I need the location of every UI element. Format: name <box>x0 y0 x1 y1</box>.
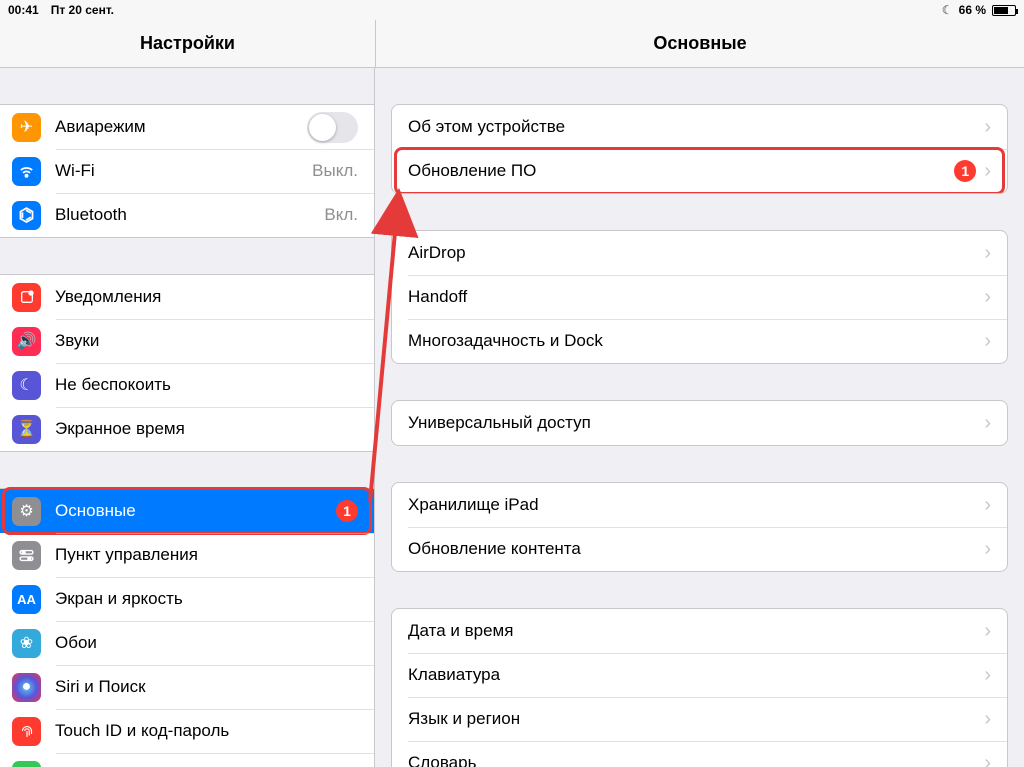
status-battery-pct: 66 % <box>959 3 986 17</box>
detail-item-dictionary[interactable]: Словарь › <box>392 741 1007 767</box>
sidebar-title: Настройки <box>0 20 375 67</box>
row-label: AirDrop <box>408 243 976 263</box>
sidebar[interactable]: ✈ Авиарежим Wi-Fi Выкл. ⌬ Bluetooth Вкл. <box>0 68 375 767</box>
switches-icon <box>12 541 41 570</box>
detail-item-keyboard[interactable]: Клавиатура › <box>392 653 1007 697</box>
sidebar-item-label: Touch ID и код-пароль <box>55 721 358 741</box>
row-label: Универсальный доступ <box>408 413 976 433</box>
sidebar-item-general[interactable]: ⚙ Основные 1 <box>0 489 374 533</box>
sidebar-item-label: Пункт управления <box>55 545 358 565</box>
detail-item-datetime[interactable]: Дата и время › <box>392 609 1007 653</box>
status-time: 00:41 <box>8 3 39 17</box>
sidebar-item-display[interactable]: AA Экран и яркость <box>0 577 374 621</box>
detail-item-background-refresh[interactable]: Обновление контента › <box>392 527 1007 571</box>
sidebar-item-label: Авиарежим <box>55 117 307 137</box>
sidebar-item-touchid[interactable]: Touch ID и код-пароль <box>0 709 374 753</box>
detail-title: Основные <box>375 20 1024 67</box>
badge: 1 <box>954 160 976 182</box>
chevron-right-icon: › <box>984 243 991 263</box>
row-label: Многозадачность и Dock <box>408 331 976 351</box>
battery-icon <box>992 5 1016 16</box>
row-label: Handoff <box>408 287 976 307</box>
chevron-right-icon: › <box>984 665 991 685</box>
detail-item-software-update[interactable]: Обновление ПО 1 › <box>392 149 1007 193</box>
wallpaper-icon: ❀ <box>12 629 41 658</box>
chevron-right-icon: › <box>984 539 991 559</box>
sidebar-item-label: Основные <box>55 501 336 521</box>
detail-item-airdrop[interactable]: AirDrop › <box>392 231 1007 275</box>
row-label: Обновление контента <box>408 539 976 559</box>
moon-icon: ☾ <box>942 3 953 17</box>
chevron-right-icon: › <box>984 117 991 137</box>
sidebar-item-label: Wi-Fi <box>55 161 312 181</box>
sidebar-item-label: Bluetooth <box>55 205 324 225</box>
row-label: Об этом устройстве <box>408 117 976 137</box>
row-label: Хранилище iPad <box>408 495 976 515</box>
chevron-right-icon: › <box>984 621 991 641</box>
row-label: Словарь <box>408 753 976 767</box>
detail-pane[interactable]: Об этом устройстве › Обновление ПО 1 › A… <box>375 68 1024 767</box>
airplane-icon: ✈ <box>12 113 41 142</box>
sidebar-item-siri[interactable]: ● Siri и Поиск <box>0 665 374 709</box>
sidebar-item-battery[interactable]: Аккумулятор <box>0 753 374 767</box>
header: Настройки Основные <box>0 20 1024 68</box>
row-label: Обновление ПО <box>408 161 954 181</box>
sidebar-item-dnd[interactable]: ☾ Не беспокоить <box>0 363 374 407</box>
status-date: Пт 20 сент. <box>51 3 114 17</box>
sidebar-item-wallpaper[interactable]: ❀ Обои <box>0 621 374 665</box>
bluetooth-value: Вкл. <box>324 205 358 225</box>
badge: 1 <box>336 500 358 522</box>
chevron-right-icon: › <box>984 331 991 351</box>
sidebar-item-notifications[interactable]: Уведомления <box>0 275 374 319</box>
hourglass-icon: ⏳ <box>12 415 41 444</box>
sidebar-item-controlcenter[interactable]: Пункт управления <box>0 533 374 577</box>
detail-item-language[interactable]: Язык и регион › <box>392 697 1007 741</box>
detail-item-about[interactable]: Об этом устройстве › <box>392 105 1007 149</box>
battery-icon <box>12 761 41 767</box>
chevron-right-icon: › <box>984 495 991 515</box>
chevron-right-icon: › <box>984 287 991 307</box>
detail-item-storage[interactable]: Хранилище iPad › <box>392 483 1007 527</box>
sounds-icon: 🔊 <box>12 327 41 356</box>
sidebar-item-bluetooth[interactable]: ⌬ Bluetooth Вкл. <box>0 193 374 237</box>
airplane-toggle[interactable] <box>307 112 358 143</box>
textsize-icon: AA <box>12 585 41 614</box>
sidebar-item-label: Siri и Поиск <box>55 677 358 697</box>
sidebar-item-label: Экран и яркость <box>55 589 358 609</box>
bluetooth-icon: ⌬ <box>12 201 41 230</box>
moon-icon: ☾ <box>12 371 41 400</box>
detail-item-accessibility[interactable]: Универсальный доступ › <box>392 401 1007 445</box>
gear-icon: ⚙ <box>12 497 41 526</box>
chevron-right-icon: › <box>984 161 991 181</box>
sidebar-item-label: Уведомления <box>55 287 358 307</box>
sidebar-item-label: Экранное время <box>55 419 358 439</box>
sidebar-item-label: Звуки <box>55 331 358 351</box>
chevron-right-icon: › <box>984 709 991 729</box>
detail-item-handoff[interactable]: Handoff › <box>392 275 1007 319</box>
sidebar-item-airplane[interactable]: ✈ Авиарежим <box>0 105 374 149</box>
row-label: Клавиатура <box>408 665 976 685</box>
row-label: Дата и время <box>408 621 976 641</box>
chevron-right-icon: › <box>984 413 991 433</box>
chevron-right-icon: › <box>984 753 991 767</box>
fingerprint-icon <box>12 717 41 746</box>
status-bar: 00:41 Пт 20 сент. ☾ 66 % <box>0 0 1024 20</box>
sidebar-item-label: Не беспокоить <box>55 375 358 395</box>
sidebar-item-label: Обои <box>55 633 358 653</box>
sidebar-item-screentime[interactable]: ⏳ Экранное время <box>0 407 374 451</box>
row-label: Язык и регион <box>408 709 976 729</box>
siri-icon: ● <box>12 673 41 702</box>
notifications-icon <box>12 283 41 312</box>
sidebar-item-wifi[interactable]: Wi-Fi Выкл. <box>0 149 374 193</box>
detail-item-multitasking[interactable]: Многозадачность и Dock › <box>392 319 1007 363</box>
wifi-value: Выкл. <box>312 161 358 181</box>
wifi-icon <box>12 157 41 186</box>
sidebar-item-sounds[interactable]: 🔊 Звуки <box>0 319 374 363</box>
